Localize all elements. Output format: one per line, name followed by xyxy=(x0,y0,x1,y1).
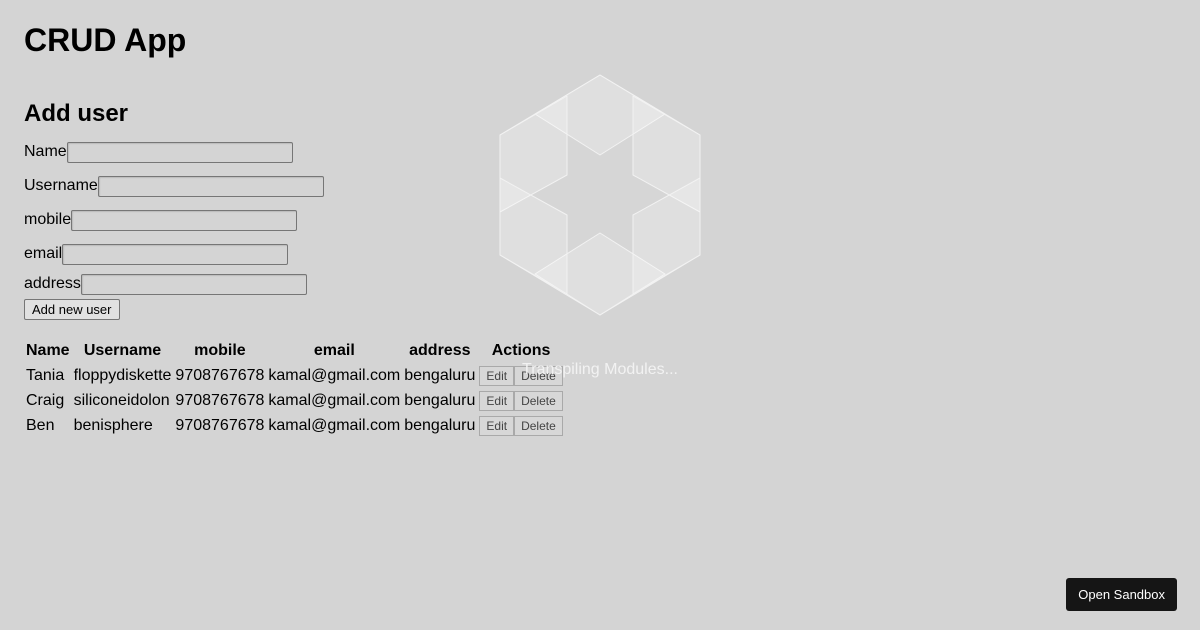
codesandbox-hexagon-icon xyxy=(499,74,701,316)
cell-address: bengaluru xyxy=(404,391,476,409)
loading-text: Transpiling Modules... xyxy=(522,361,678,378)
cell-actions: Edit Delete xyxy=(478,414,563,437)
cell-address: bengaluru xyxy=(404,416,476,434)
header-address: address xyxy=(409,342,471,359)
name-input[interactable] xyxy=(66,141,293,163)
cell-mobile: 9708767678 xyxy=(175,391,265,409)
add-new-user-button[interactable]: Add new user xyxy=(24,299,120,320)
cell-name: Craig xyxy=(26,391,65,409)
header-username: Username xyxy=(83,342,162,359)
open-sandbox-button[interactable]: Open Sandbox xyxy=(1066,578,1177,611)
address-input[interactable] xyxy=(80,273,307,295)
table-row: Craig siliconeidolon 9708767678 kamal@gm… xyxy=(25,389,564,412)
cell-mobile: 9708767678 xyxy=(175,366,265,384)
email-input[interactable] xyxy=(62,243,289,265)
cell-username: benisphere xyxy=(73,416,153,434)
cell-email: kamal@gmail.com xyxy=(268,366,401,384)
mobile-input[interactable] xyxy=(71,209,298,231)
page: CRUD App Add user Name Username mobile e… xyxy=(0,0,1200,630)
header-actions: Actions xyxy=(491,342,551,359)
table-row: Ben benisphere 9708767678 kamal@gmail.co… xyxy=(25,414,564,437)
delete-button[interactable]: Delete xyxy=(514,390,563,411)
cell-username: floppydiskette xyxy=(73,366,172,384)
edit-button[interactable]: Edit xyxy=(479,415,515,436)
username-input[interactable] xyxy=(97,175,324,197)
name-label: Name xyxy=(24,143,67,160)
users-table: Name Username mobile email address Actio… xyxy=(23,338,566,439)
header-name: Name xyxy=(26,342,70,359)
mobile-label: mobile xyxy=(24,211,72,228)
header-email: email xyxy=(313,342,355,359)
cell-mobile: 9708767678 xyxy=(175,416,265,434)
app-title: CRUD App xyxy=(24,22,187,58)
cell-address: bengaluru xyxy=(404,366,476,384)
cell-email: kamal@gmail.com xyxy=(268,391,401,409)
cell-actions: Edit Delete xyxy=(478,389,563,412)
address-label: address xyxy=(24,275,81,292)
username-label: Username xyxy=(24,177,98,194)
cell-username: siliconeidolon xyxy=(73,391,170,409)
edit-button[interactable]: Edit xyxy=(479,390,515,411)
header-mobile: mobile xyxy=(194,342,246,359)
delete-button[interactable]: Delete xyxy=(514,415,563,436)
cell-name: Tania xyxy=(26,366,65,384)
table-row: Tania floppydiskette 9708767678 kamal@gm… xyxy=(25,364,564,387)
email-label: email xyxy=(24,245,63,262)
cell-email: kamal@gmail.com xyxy=(268,416,401,434)
table-header-row: Name Username mobile email address Actio… xyxy=(25,340,564,362)
cell-name: Ben xyxy=(26,416,55,434)
